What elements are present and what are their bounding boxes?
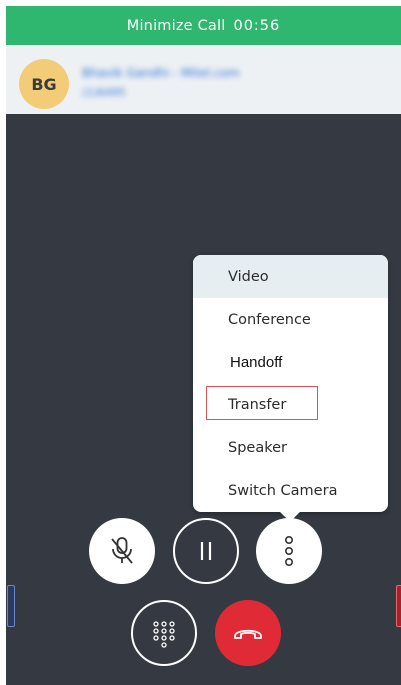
menu-item-video[interactable]: Video — [193, 255, 388, 298]
menu-item-transfer[interactable]: Transfer — [193, 383, 388, 426]
caller-name: Bhavik Gandhi - Mitel.com — [82, 66, 240, 80]
menu-item-conference[interactable]: Conference — [193, 298, 388, 341]
minimize-call-bar[interactable]: Minimize Call 00:56 — [6, 6, 401, 45]
menu-item-handoff[interactable]: Handoff — [193, 341, 388, 384]
mute-button[interactable] — [89, 518, 155, 584]
hold-button[interactable] — [173, 518, 239, 584]
menu-item-speaker[interactable]: Speaker — [193, 426, 388, 469]
call-timer: 00:56 — [233, 17, 281, 34]
pause-icon — [200, 542, 212, 560]
mic-off-icon — [111, 537, 133, 564]
dialpad-button[interactable] — [131, 600, 197, 666]
left-edge-tab — [7, 585, 15, 627]
caller-number: (1)6495 — [82, 86, 126, 99]
caller-info-bar: BG Bhavik Gandhi - Mitel.com (1)6495 — [6, 45, 401, 114]
avatar: BG — [19, 59, 69, 109]
right-edge-tab — [396, 585, 401, 627]
phone-hangup-icon — [234, 629, 262, 639]
call-screen: Minimize Call 00:56 BG Bhavik Gandhi - M… — [6, 6, 401, 685]
more-vertical-icon — [284, 535, 294, 566]
dialpad-icon — [153, 621, 175, 648]
minimize-call-label: Minimize Call — [126, 17, 226, 34]
more-options-menu: Video Conference Handoff Transfer Speake… — [193, 255, 388, 522]
end-call-button[interactable] — [215, 600, 281, 666]
more-options-button[interactable] — [256, 518, 322, 584]
